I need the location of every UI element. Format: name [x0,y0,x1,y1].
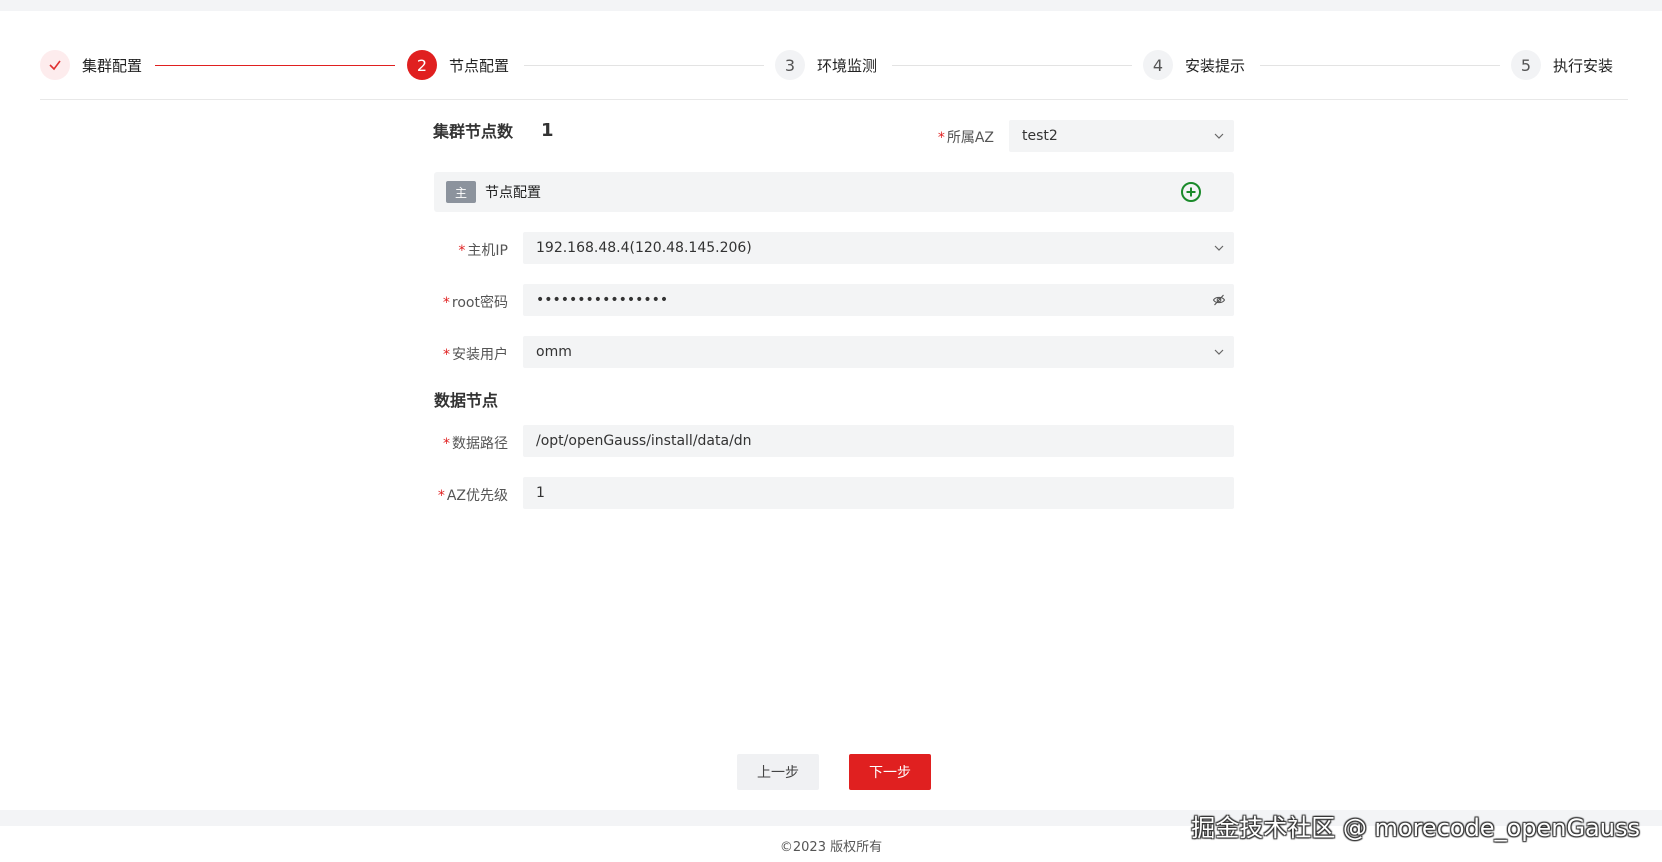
step-cluster-config[interactable]: 集群配置 [40,50,142,80]
install-user-label-wrap: * 安装用户 [420,344,508,364]
step-label: 节点配置 [449,56,510,75]
required-mark: * [437,488,445,504]
host-ip-value: 192.168.48.4(120.48.145.206) [536,240,752,256]
root-password-label: root密码 [451,295,508,311]
step-node-config[interactable]: 2 节点配置 [407,50,509,80]
az-label-wrap: * 所属AZ [920,127,994,147]
step-label: 安装提示 [1185,56,1246,75]
az-priority-label-wrap: * AZ优先级 [420,485,508,505]
step-connector [892,65,1132,66]
step-connector [1260,65,1500,66]
step-label: 集群配置 [82,56,143,75]
cluster-node-count: 集群节点数 1 [433,118,554,142]
top-bar [0,0,1662,11]
data-path-input[interactable]: /opt/openGauss/install/data/dn [523,425,1234,457]
node-count-label: 集群节点数 [433,122,514,141]
step-label: 环境监测 [817,56,878,75]
step-connector [524,65,764,66]
eye-off-icon[interactable] [1204,284,1234,316]
chevron-down-icon [1204,336,1234,368]
step-number: 4 [1143,50,1173,80]
prev-step-button[interactable]: 上一步 [737,754,819,790]
node-count-value: 1 [541,119,554,141]
az-select[interactable]: test2 [1009,120,1234,152]
node-config-header: 主 节点配置 [434,172,1234,212]
install-user-select[interactable]: omm [523,336,1234,368]
data-path-value: /opt/openGauss/install/data/dn [536,433,752,449]
az-priority-value: 1 [536,485,545,501]
host-ip-select[interactable]: 192.168.48.4(120.48.145.206) [523,232,1234,264]
primary-badge: 主 [446,181,476,203]
required-mark: * [442,295,450,311]
step-number: 5 [1511,50,1541,80]
root-password-label-wrap: * root密码 [420,292,508,312]
node-config-title: 节点配置 [485,185,541,201]
az-priority-label: AZ优先级 [446,488,508,504]
data-node-section-title: 数据节点 [434,391,499,410]
install-user-value: omm [536,344,572,360]
root-password-value: •••••••••••••••• [536,292,669,308]
required-mark: * [443,436,450,452]
step-execute-install[interactable]: 5 执行安装 [1511,50,1613,80]
check-icon [40,50,70,80]
divider [40,99,1628,100]
step-label: 执行安装 [1553,56,1614,75]
required-mark: * [937,130,945,146]
install-user-label: 安装用户 [452,347,508,363]
step-install-tips[interactable]: 4 安装提示 [1143,50,1245,80]
required-mark: * [458,243,466,259]
next-step-button[interactable]: 下一步 [849,754,931,790]
host-ip-label: 主机IP [467,243,508,259]
data-path-label: 数据路径 [452,436,508,452]
step-number: 3 [775,50,805,80]
required-mark: * [443,347,450,363]
az-label: 所属AZ [946,130,994,146]
data-path-label-wrap: * 数据路径 [420,433,508,453]
chevron-down-icon [1204,232,1234,264]
step-number: 2 [407,50,437,80]
az-value: test2 [1022,128,1058,144]
az-priority-input[interactable]: 1 [523,477,1234,509]
add-node-icon[interactable] [1180,181,1202,203]
step-env-check[interactable]: 3 环境监测 [775,50,877,80]
chevron-down-icon [1204,120,1234,152]
watermark-text: 掘金技术社区 @ morecode_openGauss [1191,814,1640,842]
root-password-field[interactable]: •••••••••••••••• [523,284,1234,316]
step-connector [155,65,395,66]
host-ip-label-wrap: * 主机IP [420,240,508,260]
stepper: 集群配置 2 节点配置 3 环境监测 4 安装提示 5 执行安装 [40,50,1628,82]
